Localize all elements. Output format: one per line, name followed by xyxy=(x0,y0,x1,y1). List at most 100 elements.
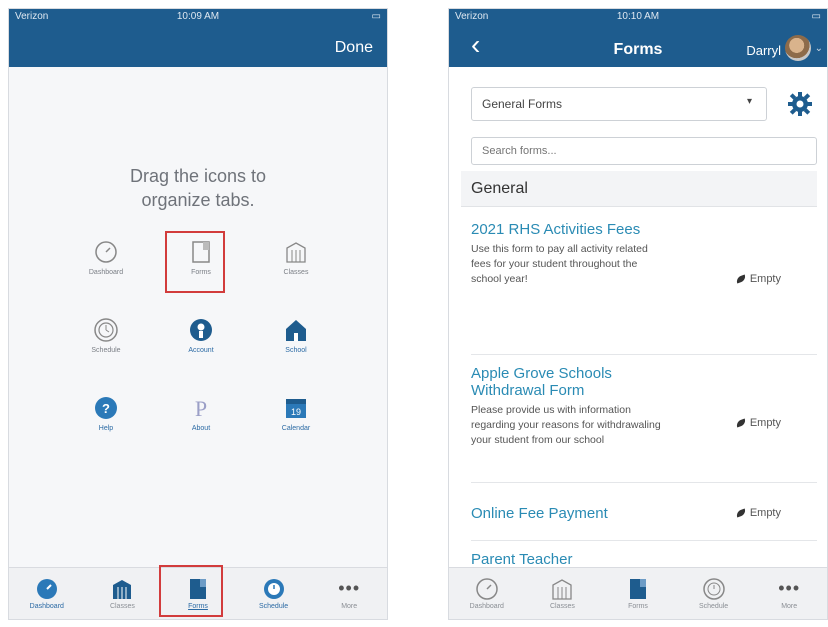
right-phone-screen: Verizon 10:10 AM ▭ ‹ Forms Darryl ⌄ Gene… xyxy=(448,8,828,620)
tab-classes[interactable]: Classes xyxy=(87,578,157,610)
dropdown-caret-icon: ▾ xyxy=(746,96,752,107)
battery-icon: ▭ xyxy=(371,11,381,22)
section-header: General xyxy=(461,171,817,207)
top-nav-bar: Verizon 10:10 AM ▭ ‹ Forms Darryl ⌄ xyxy=(449,9,827,67)
status-text: Empty xyxy=(749,417,781,429)
form-title[interactable]: Online Fee Payment xyxy=(471,505,711,522)
forms-icon xyxy=(627,578,649,600)
calendar-icon: 19 xyxy=(283,395,309,421)
select-value: General Forms xyxy=(482,97,563,111)
form-title[interactable]: Apple Grove Schools Withdrawal Form xyxy=(471,365,671,399)
instruction-text: Drag the icons to organize tabs. xyxy=(9,164,387,212)
schedule-icon xyxy=(93,317,119,343)
grid-label: Calendar xyxy=(281,425,311,432)
schedule-icon xyxy=(702,577,725,600)
form-description: Use this form to pay all activity relate… xyxy=(471,243,648,285)
chevron-down-icon[interactable]: ⌄ xyxy=(815,43,823,54)
dashboard-icon xyxy=(36,578,58,600)
leaf-icon xyxy=(735,508,747,518)
form-description: Please provide us with information regar… xyxy=(471,404,661,446)
tab-dashboard[interactable]: Dashboard xyxy=(12,578,82,610)
status-text: Empty xyxy=(749,273,781,285)
grid-item-dashboard[interactable]: Dashboard xyxy=(71,229,141,299)
grid-label: Schedule xyxy=(91,347,121,354)
account-icon xyxy=(188,317,214,343)
carrier-label: Verizon xyxy=(455,11,489,22)
more-icon: ••• xyxy=(778,578,801,598)
grid-item-account[interactable]: Account xyxy=(166,307,236,377)
gear-icon[interactable] xyxy=(787,91,813,117)
grid-label: Classes xyxy=(283,269,309,276)
grid-item-help[interactable]: ? Help xyxy=(71,385,141,455)
forms-tab-highlight xyxy=(159,565,223,617)
svg-text:19: 19 xyxy=(291,407,301,417)
tab-label: Schedule xyxy=(258,602,289,610)
tab-label: More xyxy=(781,602,798,610)
avatar[interactable] xyxy=(785,35,811,61)
tab-label: Schedule xyxy=(698,602,729,610)
user-name[interactable]: Darryl xyxy=(746,43,781,58)
form-list-item[interactable]: 2021 RHS Activities Fees Use this form t… xyxy=(471,221,817,355)
status-text: Empty xyxy=(749,507,781,519)
carrier-label: Verizon xyxy=(15,11,49,22)
status-bar: Verizon 10:09 AM ▭ xyxy=(15,11,381,25)
leaf-icon xyxy=(735,274,747,284)
tab-classes[interactable]: Classes xyxy=(527,578,597,610)
clock: 10:10 AM xyxy=(616,11,660,22)
svg-text:?: ? xyxy=(102,401,110,416)
left-phone-screen: Verizon 10:09 AM ▭ Done Drag the icons t… xyxy=(8,8,388,620)
status-bar: Verizon 10:10 AM ▭ xyxy=(455,11,821,25)
classes-icon xyxy=(283,239,309,265)
instruction-line-2: organize tabs. xyxy=(141,190,255,210)
grid-label: About xyxy=(191,425,211,432)
done-button[interactable]: Done xyxy=(335,39,373,57)
tab-more[interactable]: ••• More xyxy=(754,578,824,610)
grid-item-schedule[interactable]: Schedule xyxy=(71,307,141,377)
status-badge: Empty xyxy=(735,507,781,519)
tab-forms[interactable]: Forms xyxy=(603,578,673,610)
page-title: Forms xyxy=(613,41,663,58)
school-icon xyxy=(283,317,309,343)
status-badge: Empty xyxy=(735,417,781,429)
help-icon: ? xyxy=(93,395,119,421)
classes-icon xyxy=(551,578,573,600)
tab-label: Classes xyxy=(109,602,135,610)
tab-label: Dashboard xyxy=(469,602,504,610)
tab-more[interactable]: ••• More xyxy=(314,578,384,610)
form-title[interactable]: Parent Teacher xyxy=(471,551,671,568)
battery-icon: ▭ xyxy=(811,11,821,22)
grid-label: Dashboard xyxy=(88,269,124,276)
tab-label: Classes xyxy=(549,602,575,610)
tab-label: Forms xyxy=(628,602,648,610)
tab-label: Dashboard xyxy=(29,602,64,610)
bottom-tab-bar: Dashboard Classes Forms Schedule ••• Mor… xyxy=(449,567,827,619)
search-input[interactable] xyxy=(471,137,817,165)
dashboard-icon xyxy=(93,239,119,265)
schedule-icon xyxy=(263,578,285,600)
back-chevron-icon[interactable]: ‹ xyxy=(471,31,480,59)
form-title[interactable]: 2021 RHS Activities Fees xyxy=(471,221,671,238)
tab-schedule[interactable]: Schedule xyxy=(679,577,749,610)
form-list-item[interactable]: Apple Grove Schools Withdrawal Form Plea… xyxy=(471,365,817,483)
grid-item-about[interactable]: P About xyxy=(166,385,236,455)
tab-dashboard[interactable]: Dashboard xyxy=(452,577,522,610)
leaf-icon xyxy=(735,418,747,428)
tab-label: More xyxy=(341,602,358,610)
top-nav-bar: Verizon 10:09 AM ▭ Done xyxy=(9,9,387,67)
grid-label: School xyxy=(285,347,307,354)
instruction-line-1: Drag the icons to xyxy=(129,166,267,186)
more-icon: ••• xyxy=(338,578,361,598)
classes-icon xyxy=(111,578,133,600)
grid-label: Help xyxy=(98,425,114,432)
grid-item-calendar[interactable]: 19 Calendar xyxy=(261,385,331,455)
forms-grid-highlight xyxy=(165,231,225,293)
forms-category-select[interactable]: General Forms ▾ xyxy=(471,87,767,121)
status-badge: Empty xyxy=(735,273,781,285)
about-icon: P xyxy=(188,395,214,421)
clock: 10:09 AM xyxy=(176,11,220,22)
form-list-item[interactable]: Online Fee Payment Empty xyxy=(471,505,817,541)
grid-item-school[interactable]: School xyxy=(261,307,331,377)
grid-item-classes[interactable]: Classes xyxy=(261,229,331,299)
tab-schedule[interactable]: Schedule xyxy=(239,578,309,610)
grid-label: Account xyxy=(188,347,214,354)
